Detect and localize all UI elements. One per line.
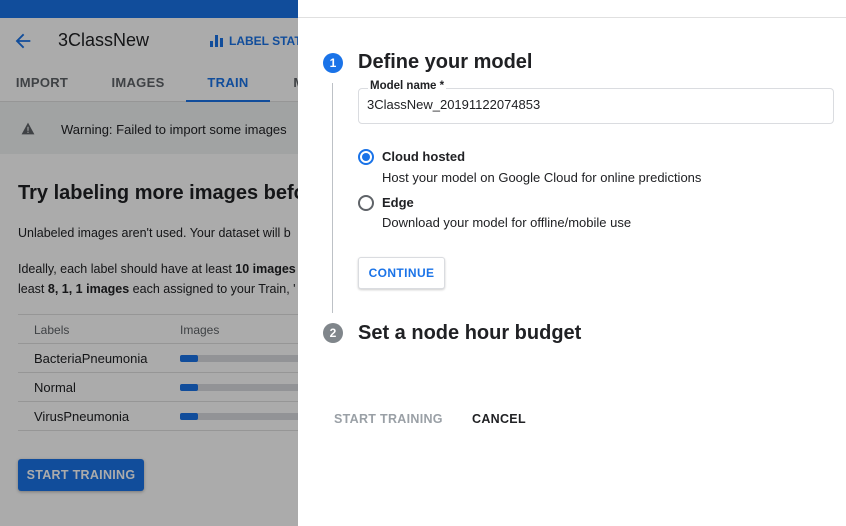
cloud-hosted-title[interactable]: Cloud hosted xyxy=(382,149,465,164)
continue-button[interactable]: CONTINUE xyxy=(358,257,445,289)
cloud-hosted-radio[interactable] xyxy=(358,149,374,165)
panel-divider xyxy=(298,17,846,18)
edge-title[interactable]: Edge xyxy=(382,195,414,210)
start-training-button[interactable]: START TRAINING xyxy=(334,412,443,426)
modal-scrim[interactable] xyxy=(0,0,298,526)
step-1-badge: 1 xyxy=(323,53,343,73)
cloud-hosted-description: Host your model on Google Cloud for onli… xyxy=(382,170,702,185)
train-model-panel: 1 Define your model Model name * Cloud h… xyxy=(298,0,846,526)
step-2-badge: 2 xyxy=(323,323,343,343)
edge-radio[interactable] xyxy=(358,195,374,211)
stepper-connector xyxy=(332,83,333,313)
cancel-button[interactable]: CANCEL xyxy=(472,412,526,426)
step-2-title: Set a node hour budget xyxy=(358,322,582,344)
model-name-input[interactable] xyxy=(367,97,827,112)
model-name-label: Model name * xyxy=(368,80,447,92)
edge-description: Download your model for offline/mobile u… xyxy=(382,215,632,230)
model-name-field[interactable] xyxy=(358,88,834,124)
step-1-title: Define your model xyxy=(358,51,533,73)
